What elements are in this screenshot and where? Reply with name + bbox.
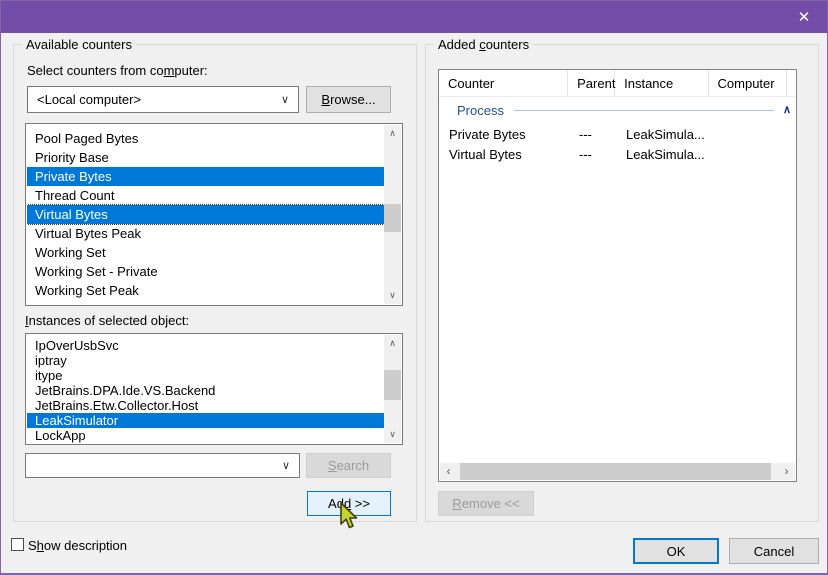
cell-instance: LeakSimula... bbox=[616, 145, 710, 165]
chevron-down-icon: ∨ bbox=[282, 458, 290, 471]
cancel-button[interactable]: Cancel bbox=[729, 538, 819, 564]
list-item[interactable]: Working Set - Private bbox=[27, 262, 384, 281]
show-description-checkbox[interactable] bbox=[11, 538, 24, 551]
column-header-filler bbox=[787, 70, 796, 96]
close-button[interactable]: ✕ bbox=[781, 1, 827, 33]
scroll-up-icon[interactable]: ∧ bbox=[384, 125, 401, 142]
column-header[interactable]: Instance bbox=[615, 70, 708, 96]
list-item[interactable]: Virtual Bytes Peak bbox=[27, 224, 384, 243]
cell-parent: --- bbox=[569, 145, 616, 165]
scroll-right-icon[interactable]: › bbox=[778, 463, 795, 480]
add-button[interactable]: Add >> bbox=[307, 491, 391, 516]
add-counters-dialog: ✕ Available counters Select counters fro… bbox=[0, 0, 828, 575]
instances-scrollbar[interactable]: ∧ ∨ bbox=[384, 335, 401, 443]
instances-listbox[interactable]: IpOverUsbSvciptrayitypeJetBrains.DPA.Ide… bbox=[25, 333, 403, 445]
process-group-row[interactable]: Process ∧ bbox=[439, 99, 796, 122]
close-icon: ✕ bbox=[798, 8, 811, 26]
cell-instance: LeakSimula... bbox=[616, 125, 710, 145]
scrollbar-thumb[interactable] bbox=[460, 463, 771, 480]
ok-button[interactable]: OK bbox=[633, 538, 719, 564]
instances-label: Instances of selected object: bbox=[25, 313, 189, 328]
list-item[interactable]: JetBrains.DPA.Ide.VS.Backend bbox=[27, 383, 384, 398]
counters-scrollbar[interactable]: ∧ ∨ bbox=[384, 125, 401, 304]
scrollbar-thumb[interactable] bbox=[384, 370, 401, 400]
added-counters-table: CounterParentInstanceComputer Process ∧ … bbox=[438, 69, 797, 482]
search-combobox[interactable]: ∨ bbox=[25, 453, 300, 478]
list-item[interactable]: Virtual Bytes bbox=[27, 205, 384, 224]
scroll-down-icon[interactable]: ∨ bbox=[384, 287, 401, 304]
counter-row[interactable]: Private Bytes---LeakSimula... bbox=[439, 125, 796, 145]
list-item[interactable]: itype bbox=[27, 368, 384, 383]
column-header[interactable]: Counter bbox=[439, 70, 568, 96]
list-item[interactable]: JetBrains.Etw.Collector.Host bbox=[27, 398, 384, 413]
table-rows: Private Bytes---LeakSimula...Virtual Byt… bbox=[439, 125, 796, 165]
available-counters-group-label: Available counters bbox=[22, 37, 136, 52]
computer-combobox-value: <Local computer> bbox=[37, 92, 141, 107]
table-hscrollbar[interactable]: ‹ › bbox=[440, 463, 795, 480]
select-computer-label: Select counters from computer: bbox=[27, 63, 208, 78]
table-header[interactable]: CounterParentInstanceComputer bbox=[439, 70, 796, 97]
list-item[interactable]: Pool Paged Bytes bbox=[27, 129, 384, 148]
counters-items: Pool Paged BytesPriority BasePrivate Byt… bbox=[27, 125, 384, 304]
remove-button[interactable]: Remove << bbox=[438, 491, 534, 516]
list-item[interactable]: Priority Base bbox=[27, 148, 384, 167]
group-row-label: Process bbox=[457, 103, 504, 118]
browse-button[interactable]: Browse... bbox=[306, 86, 391, 113]
collapse-icon[interactable]: ∧ bbox=[783, 105, 791, 116]
list-item[interactable]: LockApp bbox=[27, 428, 384, 443]
column-header[interactable]: Computer bbox=[709, 70, 788, 96]
list-item[interactable]: IpOverUsbSvc bbox=[27, 338, 384, 353]
cell-counter: Virtual Bytes bbox=[439, 145, 569, 165]
cell-computer bbox=[710, 125, 789, 145]
cell-counter: Private Bytes bbox=[439, 125, 569, 145]
list-item[interactable]: Working Set Peak bbox=[27, 281, 384, 300]
computer-combobox[interactable]: <Local computer> ∨ bbox=[27, 86, 299, 113]
list-item[interactable]: Private Bytes bbox=[27, 167, 384, 186]
counter-row[interactable]: Virtual Bytes---LeakSimula... bbox=[439, 145, 796, 165]
added-counters-group-label: Added counters bbox=[434, 37, 533, 52]
list-item[interactable]: LeakSimulator bbox=[27, 413, 384, 428]
scrollbar-thumb[interactable] bbox=[384, 204, 401, 232]
scroll-up-icon[interactable]: ∧ bbox=[384, 335, 401, 352]
list-item[interactable]: iptray bbox=[27, 353, 384, 368]
counters-listbox[interactable]: Pool Paged BytesPriority BasePrivate Byt… bbox=[25, 123, 403, 306]
cell-parent: --- bbox=[569, 125, 616, 145]
scroll-down-icon[interactable]: ∨ bbox=[384, 426, 401, 443]
chevron-down-icon: ∨ bbox=[281, 92, 289, 105]
list-item[interactable]: Working Set bbox=[27, 243, 384, 262]
instances-items: IpOverUsbSvciptrayitypeJetBrains.DPA.Ide… bbox=[27, 335, 384, 443]
column-header[interactable]: Parent bbox=[568, 70, 615, 96]
group-row-divider bbox=[514, 110, 774, 111]
scroll-left-icon[interactable]: ‹ bbox=[440, 463, 457, 480]
title-bar[interactable]: ✕ bbox=[1, 1, 827, 33]
search-button[interactable]: Search bbox=[306, 453, 391, 478]
list-item[interactable]: Thread Count bbox=[27, 186, 384, 205]
cell-computer bbox=[710, 145, 789, 165]
show-description-label: Show description bbox=[28, 538, 127, 553]
